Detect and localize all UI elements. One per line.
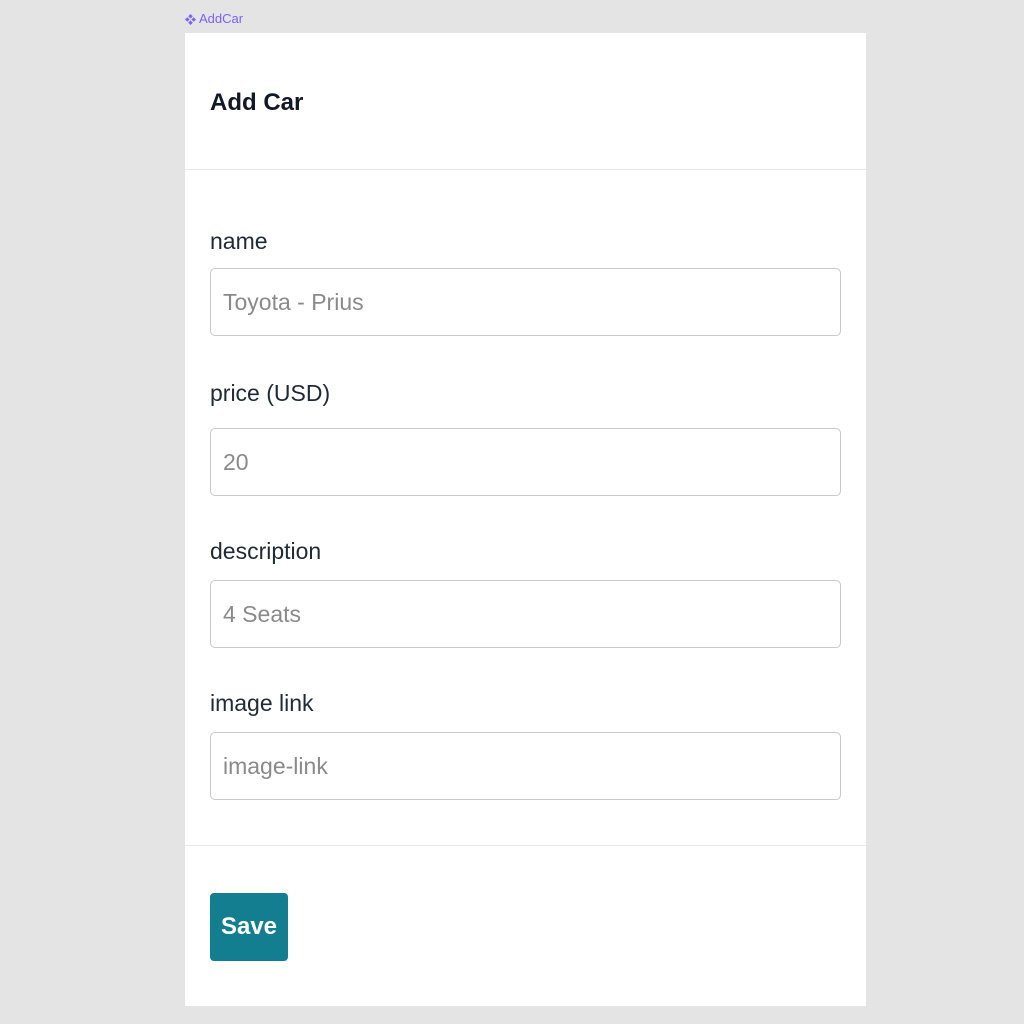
price-label: price (USD) <box>210 380 331 406</box>
card-header: Add Car <box>185 33 866 170</box>
name-input[interactable] <box>210 268 841 336</box>
add-car-card: Add Car name price (USD) description ima… <box>185 33 866 1006</box>
description-label: description <box>210 538 322 564</box>
save-button[interactable]: Save <box>210 893 288 961</box>
image-link-label: image link <box>210 690 314 716</box>
page-title: Add Car <box>210 89 304 116</box>
component-tag: AddCar <box>185 11 243 27</box>
component-diamond-icon <box>185 13 196 25</box>
page: AddCar Add Car name price (USD) descript… <box>0 0 1024 1024</box>
description-input[interactable] <box>210 580 841 648</box>
image-link-input[interactable] <box>210 732 841 800</box>
name-label: name <box>210 228 268 254</box>
car-form: name price (USD) description image link <box>185 170 866 846</box>
price-input[interactable] <box>210 428 841 496</box>
card-footer: Save <box>185 846 866 1006</box>
component-tag-label: AddCar <box>199 11 244 26</box>
